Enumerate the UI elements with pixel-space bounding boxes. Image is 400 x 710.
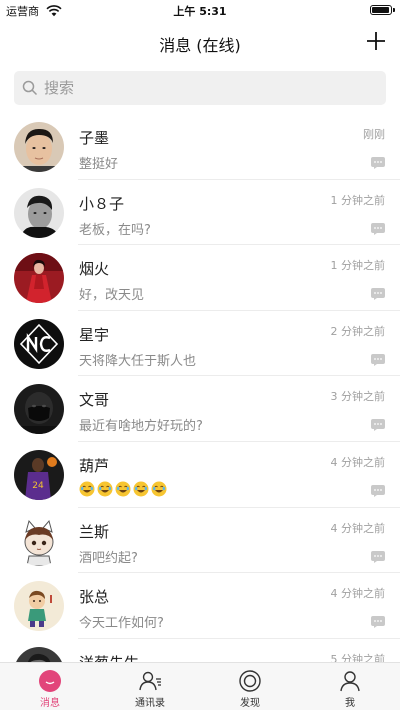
contact-name: 烟火 [79,260,110,279]
chat-bubble-icon [38,669,62,693]
conversation-row[interactable]: 星宇 天将降大任于斯人也 2 分钟之前 [0,311,400,377]
contact-name: 洋葱先生 [79,652,139,662]
last-message: 今天工作如何? [79,616,164,632]
navigation-bar: 消息 (在线) [0,20,400,64]
conversation-row[interactable]: 兰斯 酒吧约起? 4 分钟之前 [0,508,400,574]
last-message: 整挺好 [79,157,119,172]
search-input[interactable] [44,71,374,105]
tab-bar: 消息 通讯录 发现 我 [0,662,400,710]
message-time: 1 分钟之前 [330,259,386,273]
svg-text:24: 24 [32,481,44,491]
contact-name: 小８子 [79,194,125,213]
add-button[interactable] [364,29,388,53]
search-icon [22,80,38,96]
message-time: 1 分钟之前 [330,193,386,207]
contacts-icon [138,669,162,693]
avatar [14,187,64,238]
laughing-emoji: 😂 [97,481,113,497]
conversation-list: 子墨 整挺好 刚刚 小８子 老板，在吗? 1 分钟之前 烟火 好，改天见 1 分… [0,114,400,662]
last-message: 😂😂😂😂😂 [79,481,167,501]
chat-bubble-icon [371,351,385,366]
tab-profile[interactable]: 我 [300,663,400,710]
chat-bubble-icon [371,548,385,563]
chat-bubble-icon [371,482,385,497]
status-time: 上午 5:31 [173,5,227,18]
profile-icon [338,669,362,693]
avatar [14,318,64,369]
contact-name: 文哥 [79,391,110,410]
conversation-row[interactable]: 烟火 好，改天见 1 分钟之前 [0,245,400,311]
conversation-row[interactable]: 张总 今天工作如何? 4 分钟之前 [0,573,400,639]
message-time: 刚刚 [363,128,385,141]
last-message: 好，改天见 [79,288,145,304]
emoji-message: 😂😂😂😂😂 [79,481,167,497]
message-time: 3 分钟之前 [330,390,386,404]
contact-name: 星宇 [79,325,110,344]
last-message: 最近有啥地方好玩的? [79,419,203,435]
page-title: 消息 (在线) [159,36,241,55]
battery-icon [370,5,395,15]
laughing-emoji: 😂 [151,481,167,497]
status-bar: 运营商 上午 5:31 [0,0,400,20]
conversation-row[interactable]: 文哥 最近有啥地方好玩的? 3 分钟之前 [0,376,400,442]
tab-label: 通讯录 [135,698,165,709]
message-time: 5 分钟之前 [330,652,386,662]
contact-name: 葫芦 [79,456,110,475]
contact-name: 兰斯 [79,522,110,541]
avatar [14,581,64,632]
search-bar[interactable] [14,71,386,105]
avatar [14,646,64,662]
discover-icon [238,669,262,693]
contact-name: 张总 [79,588,110,607]
avatar [14,253,64,304]
conversation-row[interactable]: 子墨 整挺好 刚刚 [0,114,400,180]
tab-label: 我 [345,698,355,709]
message-time: 2 分钟之前 [330,324,386,338]
conversation-row[interactable]: 小８子 老板，在吗? 1 分钟之前 [0,180,400,246]
conversation-row[interactable]: 24 葫芦 😂😂😂😂😂 4 分钟之前 [0,442,400,508]
tab-label: 消息 [40,698,60,709]
laughing-emoji: 😂 [133,481,149,497]
conversation-row[interactable]: 洋葱先生 5 分钟之前 [0,639,400,662]
laughing-emoji: 😂 [79,481,95,497]
last-message: 老板，在吗? [79,222,151,238]
chat-bubble-icon [371,416,385,432]
chat-bubble-icon [371,285,385,301]
message-time: 4 分钟之前 [330,521,386,535]
avatar [14,515,64,566]
tab-messages[interactable]: 消息 [0,663,100,710]
tab-contacts[interactable]: 通讯录 [100,663,200,710]
plus-icon [367,32,385,50]
avatar [14,384,64,435]
chat-bubble-icon [371,220,385,235]
laughing-emoji: 😂 [115,481,131,497]
contact-name: 子墨 [79,129,110,147]
avatar: 24 [14,449,64,500]
messages-screen: 运营商 上午 5:31 消息 (在线) 搜索 子墨 整挺好 刚刚 小８子 老板，… [0,0,400,710]
last-message: 酒吧约起? [79,550,138,566]
chat-bubble-icon [371,613,385,629]
tab-discover[interactable]: 发现 [200,663,300,710]
chat-bubble-icon [371,154,385,169]
last-message: 天将降大任于斯人也 [79,353,197,369]
tab-label: 发现 [240,698,260,709]
message-time: 4 分钟之前 [330,587,386,601]
avatar [14,122,64,172]
message-time: 4 分钟之前 [330,455,386,469]
